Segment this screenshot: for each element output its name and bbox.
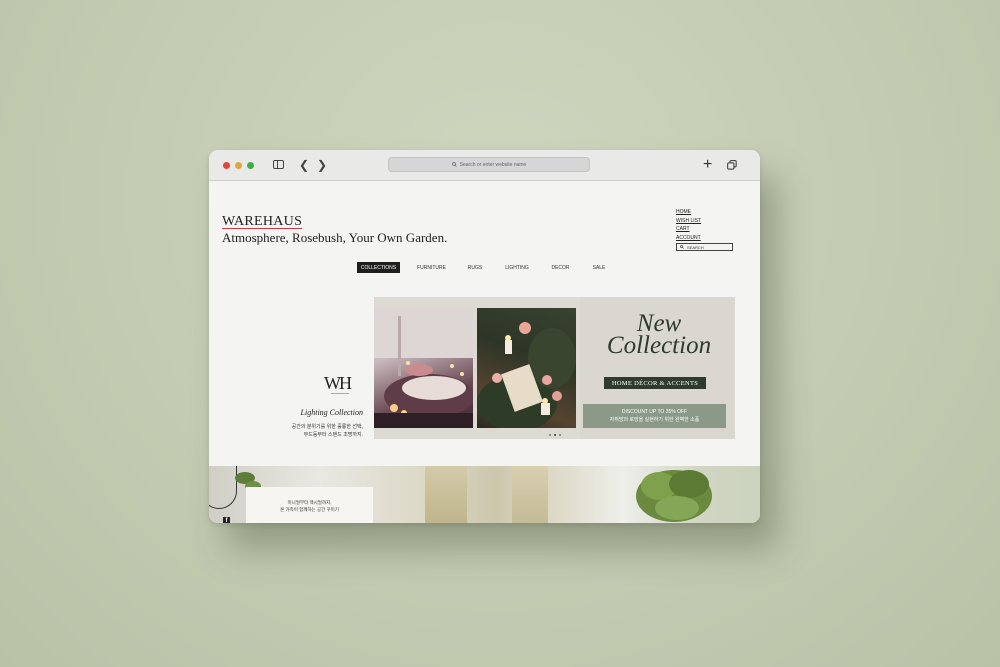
category-furniture[interactable]: FURNITURE [400, 262, 463, 273]
sidebar-toggle-icon[interactable] [273, 160, 284, 169]
site-search-input[interactable]: SEARCH [676, 243, 733, 251]
hero-banner[interactable]: New Collection HOME DÉCOR & ACCENTS DISC… [374, 297, 735, 439]
category-nav: COLLECTIONS FURNITURE RUGS LIGHTING DECO… [357, 262, 624, 273]
facebook-icon[interactable]: f [223, 517, 230, 523]
category-rugs[interactable]: RUGS [463, 262, 487, 273]
nav-account-link[interactable]: ACCOUNT [676, 234, 701, 243]
address-placeholder: Search or enter website name [459, 161, 527, 168]
wall-panel [512, 466, 548, 523]
carousel-indicator[interactable] [549, 434, 561, 436]
bedroom-lights-photo [374, 308, 473, 428]
discount-banner[interactable]: DISCOUNT UP TO 35% OFF 자취방의 로망을 실현하기 위한 … [583, 404, 726, 428]
new-collection-headline: New Collection [594, 311, 724, 359]
lower-card-line: 온 가족이 함께하는 공간 꾸미기 [280, 507, 339, 512]
lighting-collection-title[interactable]: Lighting Collection [269, 408, 363, 417]
close-window-button[interactable] [223, 162, 230, 169]
lower-card-line: 미니멀부터 맥시멀까지, [287, 500, 332, 505]
search-label: SEARCH [687, 244, 704, 250]
lower-banner-card: 미니멀부터 맥시멀까지, 온 가족이 함께하는 공간 꾸미기 [246, 487, 373, 523]
back-arrow-icon[interactable]: ❮ [299, 159, 309, 171]
address-bar[interactable]: Search or enter website name [388, 157, 590, 172]
category-lighting[interactable]: LIGHTING [487, 262, 547, 273]
description-line: 무드등부터 스탠드 조명까지. [303, 432, 363, 438]
maximize-window-button[interactable] [247, 162, 254, 169]
browser-toolbar: ❮ ❯ Search or enter website name + [209, 150, 760, 181]
lighting-collection-description: 공간의 분위기를 위한 훌륭한 선택, 무드등부터 스탠드 조명까지. [249, 423, 363, 439]
minimize-window-button[interactable] [235, 162, 242, 169]
web-page: WAREHAUS Atmosphere, Rosebush, Your Own … [209, 181, 760, 523]
lower-banner: 미니멀부터 맥시멀까지, 온 가족이 함께하는 공간 꾸미기 [209, 466, 760, 523]
nav-wishlist-link[interactable]: WISH LIST [676, 217, 701, 226]
wh-brand-mark: WH [324, 373, 352, 393]
nav-cart-link[interactable]: CART [676, 225, 701, 234]
search-icon [680, 245, 684, 249]
description-line: 공간의 분위기를 위한 훌륭한 선택, [291, 424, 363, 430]
home-decor-badge[interactable]: HOME DÉCOR & ACCENTS [604, 377, 706, 389]
wall-panel [425, 466, 467, 523]
brand-mark-rule [331, 393, 349, 394]
discount-line: 자취방의 로망을 실현하기 위한 완벽한 소품 [609, 417, 700, 423]
logo-underline [222, 228, 302, 229]
forward-arrow-icon[interactable]: ❯ [317, 159, 327, 171]
carousel-dot[interactable] [559, 434, 561, 436]
site-tagline: Atmosphere, Rosebush, Your Own Garden. [222, 230, 448, 245]
category-sale[interactable]: SALE [574, 262, 624, 273]
category-decor[interactable]: DECOR [547, 262, 574, 273]
new-tab-icon[interactable]: + [703, 157, 712, 173]
category-collections[interactable]: COLLECTIONS [357, 262, 400, 273]
carousel-dot-active[interactable] [554, 434, 556, 436]
search-icon [451, 162, 457, 167]
plant-image [636, 470, 712, 522]
nav-home-link[interactable]: HOME [676, 208, 701, 217]
browser-window: ❮ ❯ Search or enter website name + WAREH… [209, 150, 760, 523]
tab-overview-icon[interactable] [727, 160, 737, 170]
discount-line: DISCOUNT UP TO 35% OFF [621, 409, 688, 415]
carousel-dot[interactable] [549, 434, 551, 436]
candles-roses-photo [477, 308, 576, 428]
top-nav: HOME WISH LIST CART ACCOUNT [676, 208, 701, 242]
headline-line: Collection [606, 332, 712, 359]
